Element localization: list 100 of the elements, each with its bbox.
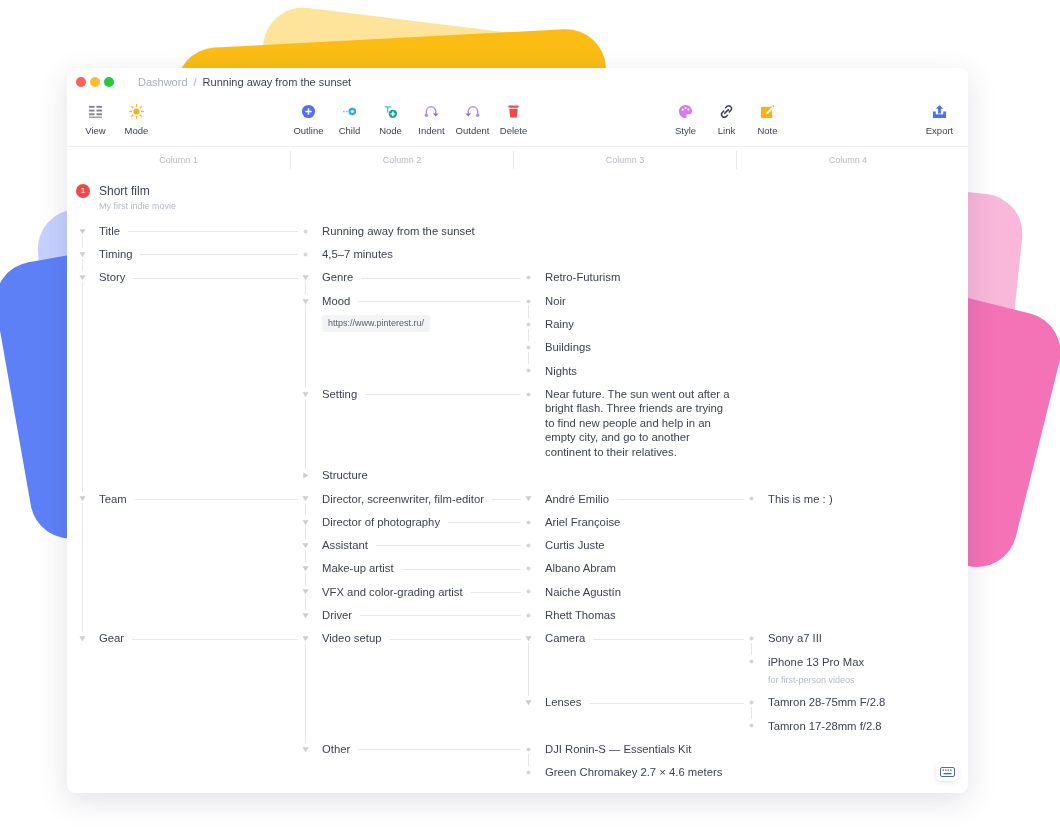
expand-toggle[interactable] [302,472,309,479]
toolbar-button[interactable]: View [75,103,116,139]
node-label[interactable]: Albano Abram [545,557,616,581]
toolbar-button[interactable]: Note [747,103,788,139]
bullet-icon [525,390,532,398]
bullet-icon [525,344,532,352]
node-label[interactable]: Rhett Thomas [545,603,616,627]
node-label[interactable]: Gear [99,626,125,651]
collapse-toggle[interactable] [302,541,309,549]
bullet-icon [525,367,532,375]
bullet-icon [748,635,755,643]
node-label[interactable]: Assistant [322,533,368,558]
node-label[interactable]: Driver [322,603,353,627]
breadcrumb-separator: / [193,74,197,90]
node-label[interactable]: Sony a7 III [768,626,822,651]
node-label[interactable]: DJI Ronin-S — Essentials Kit [545,737,692,761]
node-label[interactable]: Naiche Agustín [545,580,621,604]
plus-circle-icon [301,103,316,119]
node-label[interactable]: Tamron 28-75mm F/2.8 [768,691,886,715]
collapse-toggle[interactable] [79,274,86,282]
toolbar-button[interactable]: Child [329,103,370,139]
node-label[interactable]: Other [322,737,351,761]
node-label[interactable]: Story [99,266,126,290]
node-label[interactable]: This is me : ) [768,487,833,511]
toolbar-button[interactable]: Style [665,103,706,139]
number-badge: 1 [76,184,90,198]
node-label[interactable]: Near future. The sun went out after a bright flash. Three friends are trying to find new people and help in an empty city, and go to another continent to their relatives. [545,382,731,464]
toolbar-button[interactable]: Mode [116,103,157,139]
node-label[interactable]: Curtis Juste [545,533,605,558]
node-label[interactable]: Rainy [545,312,574,336]
toolbar-button[interactable]: Outdent [452,103,493,139]
sun-icon [129,103,144,119]
collapse-toggle[interactable] [525,699,532,707]
node-label[interactable]: Lenses [545,691,582,715]
toolbar-button[interactable]: Delete [493,103,534,139]
window-control[interactable] [104,77,114,87]
bullet-icon [525,769,532,777]
collapse-toggle[interactable] [302,518,309,526]
bullet-icon [525,745,532,753]
node-label[interactable]: Genre [322,266,354,290]
node-label[interactable]: Timing [99,242,133,267]
collapse-toggle[interactable] [79,635,86,643]
toolbar-button[interactable]: Node [370,103,411,139]
node-label[interactable]: Video setup [322,626,382,651]
node-label[interactable]: Nights [545,359,578,383]
bullet-icon [525,565,532,573]
toolbar-button[interactable]: Export [919,103,960,139]
node-label[interactable]: Camera [545,626,586,651]
collapse-toggle[interactable] [79,495,86,503]
node-label[interactable]: André Emilio [545,487,610,511]
toolbar-button[interactable]: Link [706,103,747,139]
node-label[interactable]: Green Chromakey 2.7 × 4.6 meters [545,760,723,785]
document-subtitle: My first indie movie [98,200,178,213]
node-label[interactable]: iPhone 13 Pro Max [768,650,865,671]
collapse-toggle[interactable] [302,297,309,305]
collapse-toggle[interactable] [79,227,86,235]
node-label[interactable]: Retro-Futurism [545,266,621,290]
link-chip[interactable]: https://www.pinterest.ru/ [322,314,431,333]
collapse-toggle[interactable] [302,495,309,503]
bullet-icon [748,658,755,666]
link-icon [719,103,734,119]
node-label[interactable]: Team [99,487,127,511]
node-label[interactable]: Make-up artist [322,557,394,581]
node-label[interactable]: Structure [322,463,368,488]
collapse-toggle[interactable] [302,274,309,282]
breadcrumb-item: Running away from the sunset [202,74,352,90]
bullet-icon [525,588,532,596]
node-label[interactable]: VFX and color-grading artist [322,580,463,604]
node-label[interactable]: Running away from the sunset [322,219,475,243]
node-label[interactable]: Ariel Françoise [545,510,621,534]
node-label[interactable]: Tamron 17-28mm f/2.8 [768,714,882,738]
toolbar-button[interactable]: Outline [288,103,329,139]
collapse-toggle[interactable] [525,635,532,643]
collapse-toggle[interactable] [79,250,86,258]
collapse-toggle[interactable] [302,565,309,573]
bullet-icon [525,611,532,619]
collapse-toggle[interactable] [302,588,309,596]
keyboard-icon[interactable] [936,763,958,781]
window-control[interactable] [76,77,86,87]
collapse-toggle[interactable] [302,635,309,643]
collapse-toggle[interactable] [525,495,532,503]
collapse-toggle[interactable] [302,611,309,619]
node-label[interactable]: 4,5–7 minutes [322,242,393,267]
node-label[interactable]: Setting [322,382,358,406]
node-label[interactable]: Director, screenwriter, film-editor [322,487,484,511]
node-label[interactable]: Title [99,219,120,243]
outdent-arrow-icon [465,103,480,119]
node-label[interactable]: Mood [322,289,351,313]
bullet-icon [525,274,532,282]
column-header: Column 4 [736,150,959,169]
toolbar-button[interactable]: Indent [411,103,452,139]
bullet-icon [525,320,532,328]
node-label[interactable]: Director of photography [322,510,441,534]
collapse-toggle[interactable] [302,745,309,753]
bullet-icon [525,541,532,549]
node-label[interactable]: Buildings [545,336,591,360]
collapse-toggle[interactable] [302,390,309,398]
window-control[interactable] [90,77,100,87]
node-label[interactable]: Noir [545,289,566,313]
indent-arrow-icon [424,103,439,119]
